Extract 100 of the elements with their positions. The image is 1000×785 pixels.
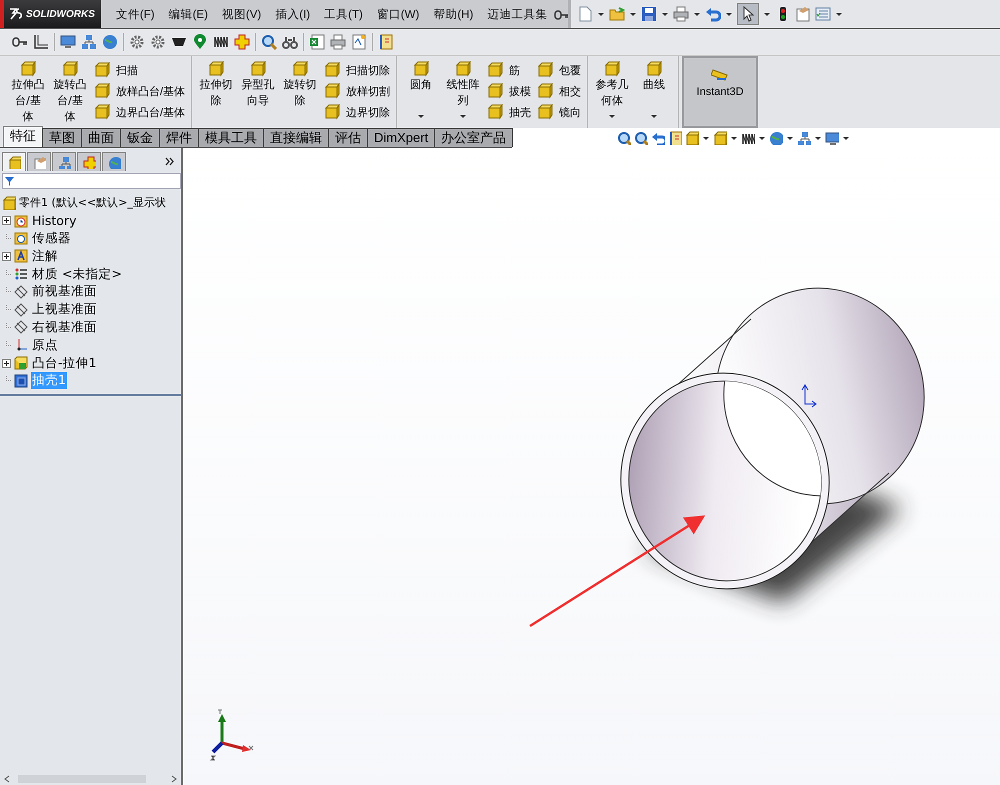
caret-icon[interactable] (693, 10, 702, 18)
ribbon-button[interactable]: 相交 (537, 81, 582, 101)
cube-icon[interactable] (685, 131, 699, 145)
book-icon[interactable] (668, 131, 682, 145)
ribbon-button[interactable]: 异型孔向导 (238, 58, 278, 123)
ribbon-button[interactable]: 筋 (487, 60, 532, 80)
tab[interactable]: 曲面 (81, 128, 121, 147)
caret-icon[interactable] (758, 134, 766, 142)
panel-tab[interactable] (77, 152, 101, 171)
map-pin-icon[interactable] (192, 34, 208, 50)
tab[interactable]: 特征 (3, 126, 43, 147)
menu-item[interactable]: 插入(I) (268, 6, 318, 22)
ribbon-button[interactable]: 拉伸切除 (196, 58, 236, 123)
ribbon-button[interactable]: 圆角 (401, 58, 442, 123)
tab[interactable]: 钣金 (120, 128, 160, 147)
caret-icon[interactable] (661, 10, 670, 18)
ribbon-button[interactable]: 旋转凸台/基体 (50, 58, 90, 123)
caret-icon[interactable] (650, 113, 658, 120)
monitor-icon[interactable] (60, 34, 76, 50)
caret-icon[interactable] (835, 10, 844, 18)
tab[interactable]: 模具工具 (198, 128, 264, 147)
ribbon-button[interactable]: 拔模 (487, 81, 532, 101)
ribbon-button[interactable]: 曲线 (634, 58, 674, 123)
printer-icon[interactable] (673, 6, 690, 22)
ribbon-button[interactable]: 镜向 (537, 102, 582, 122)
menu-item[interactable]: 工具(T) (317, 6, 370, 22)
printer-icon[interactable] (330, 34, 346, 50)
caret-icon[interactable] (417, 113, 426, 120)
network-icon[interactable] (81, 34, 97, 50)
instant3d-toggle[interactable]: Instant3D (682, 56, 758, 128)
tree-item[interactable]: 凸台-拉伸1 (31, 354, 98, 372)
ribbon-button[interactable]: 放样切割 (324, 81, 390, 101)
menu-item[interactable]: 文件(F) (108, 6, 162, 22)
tree-item[interactable]: 右视基准面 (31, 318, 98, 336)
tree-item[interactable]: 原点 (31, 336, 59, 354)
caret-icon[interactable] (842, 134, 850, 142)
expand-icon[interactable] (2, 252, 11, 261)
magnifier-icon[interactable] (617, 131, 631, 145)
ribbon-button[interactable]: 扫描 (94, 60, 186, 80)
ribbon-button[interactable]: 旋转切除 (280, 58, 320, 123)
caret-icon[interactable] (702, 134, 710, 142)
tab[interactable]: 办公室产品 (434, 128, 514, 147)
undo-icon[interactable] (651, 131, 665, 145)
tree-root-label[interactable]: 零件1 (默认<<默认>_显示状 (19, 195, 166, 210)
gear-icon[interactable] (150, 34, 166, 50)
document-icon[interactable] (351, 34, 367, 50)
caret-icon[interactable] (725, 10, 734, 18)
spring-icon[interactable] (741, 131, 755, 145)
clipboard-icon[interactable] (795, 6, 812, 22)
globe-icon[interactable] (769, 131, 783, 145)
panel-tab[interactable] (2, 152, 26, 171)
ribbon-button[interactable]: 边界凸台/基体 (94, 102, 186, 122)
expand-icon[interactable] (2, 216, 11, 226)
caret-icon[interactable] (730, 134, 738, 142)
caret-icon[interactable] (459, 113, 468, 120)
spring-icon[interactable] (213, 34, 229, 50)
tab[interactable]: 草图 (42, 128, 82, 147)
network-icon[interactable] (797, 131, 811, 145)
caret-icon[interactable] (597, 10, 606, 18)
caret-icon[interactable] (814, 134, 822, 142)
tab[interactable]: 直接编辑 (263, 128, 329, 147)
save-icon[interactable] (641, 6, 658, 22)
menu-item[interactable]: 窗口(W) (370, 6, 426, 22)
angle-icon[interactable] (33, 34, 49, 50)
panel-tab[interactable] (52, 152, 76, 171)
menu-item[interactable]: 视图(V) (214, 6, 268, 22)
magnifier-icon[interactable] (634, 131, 648, 145)
menu-item[interactable]: 编辑(E) (162, 6, 215, 22)
binoculars-icon[interactable] (282, 34, 298, 50)
caret-icon[interactable] (629, 10, 638, 18)
spreadsheet-icon[interactable] (309, 34, 325, 50)
tree-item[interactable]: 材质 <未指定> (31, 266, 123, 283)
ribbon-button[interactable]: 拉伸凸台/基体 (8, 58, 48, 123)
select-button[interactable] (737, 3, 760, 25)
tree-item[interactable]: 前视基准面 (31, 283, 98, 300)
tree-item[interactable]: 传感器 (31, 230, 72, 247)
expand-icon[interactable] (2, 358, 11, 368)
caret-icon[interactable] (608, 113, 616, 120)
tree-item[interactable]: History (31, 213, 78, 228)
scroll-left-icon[interactable] (4, 775, 10, 783)
tab[interactable]: 评估 (328, 128, 368, 147)
tab[interactable]: DimXpert (367, 128, 436, 147)
scroll-right-icon[interactable] (171, 775, 177, 783)
globe-icon[interactable] (102, 34, 118, 50)
menu-item[interactable]: 帮助(H) (426, 6, 480, 22)
undo-icon[interactable] (705, 6, 722, 22)
caret-icon[interactable] (786, 134, 794, 142)
filter-field[interactable] (2, 173, 181, 189)
ribbon-button[interactable]: 参考几何体 (592, 58, 632, 123)
ribbon-button[interactable]: 放样凸台/基体 (94, 81, 186, 101)
cube-icon[interactable] (713, 131, 727, 145)
cross-icon[interactable] (234, 34, 250, 50)
menu-item[interactable]: 迈迪工具集 (480, 6, 554, 22)
expand-chevron-icon[interactable] (165, 156, 175, 166)
monitor-icon[interactable] (825, 131, 839, 145)
ribbon-button[interactable]: 抽壳 (487, 102, 532, 122)
book-icon[interactable] (378, 34, 394, 50)
caret-icon[interactable] (763, 10, 772, 18)
tree-item[interactable]: 注解 (31, 248, 59, 265)
tab[interactable]: 焊件 (159, 128, 199, 147)
